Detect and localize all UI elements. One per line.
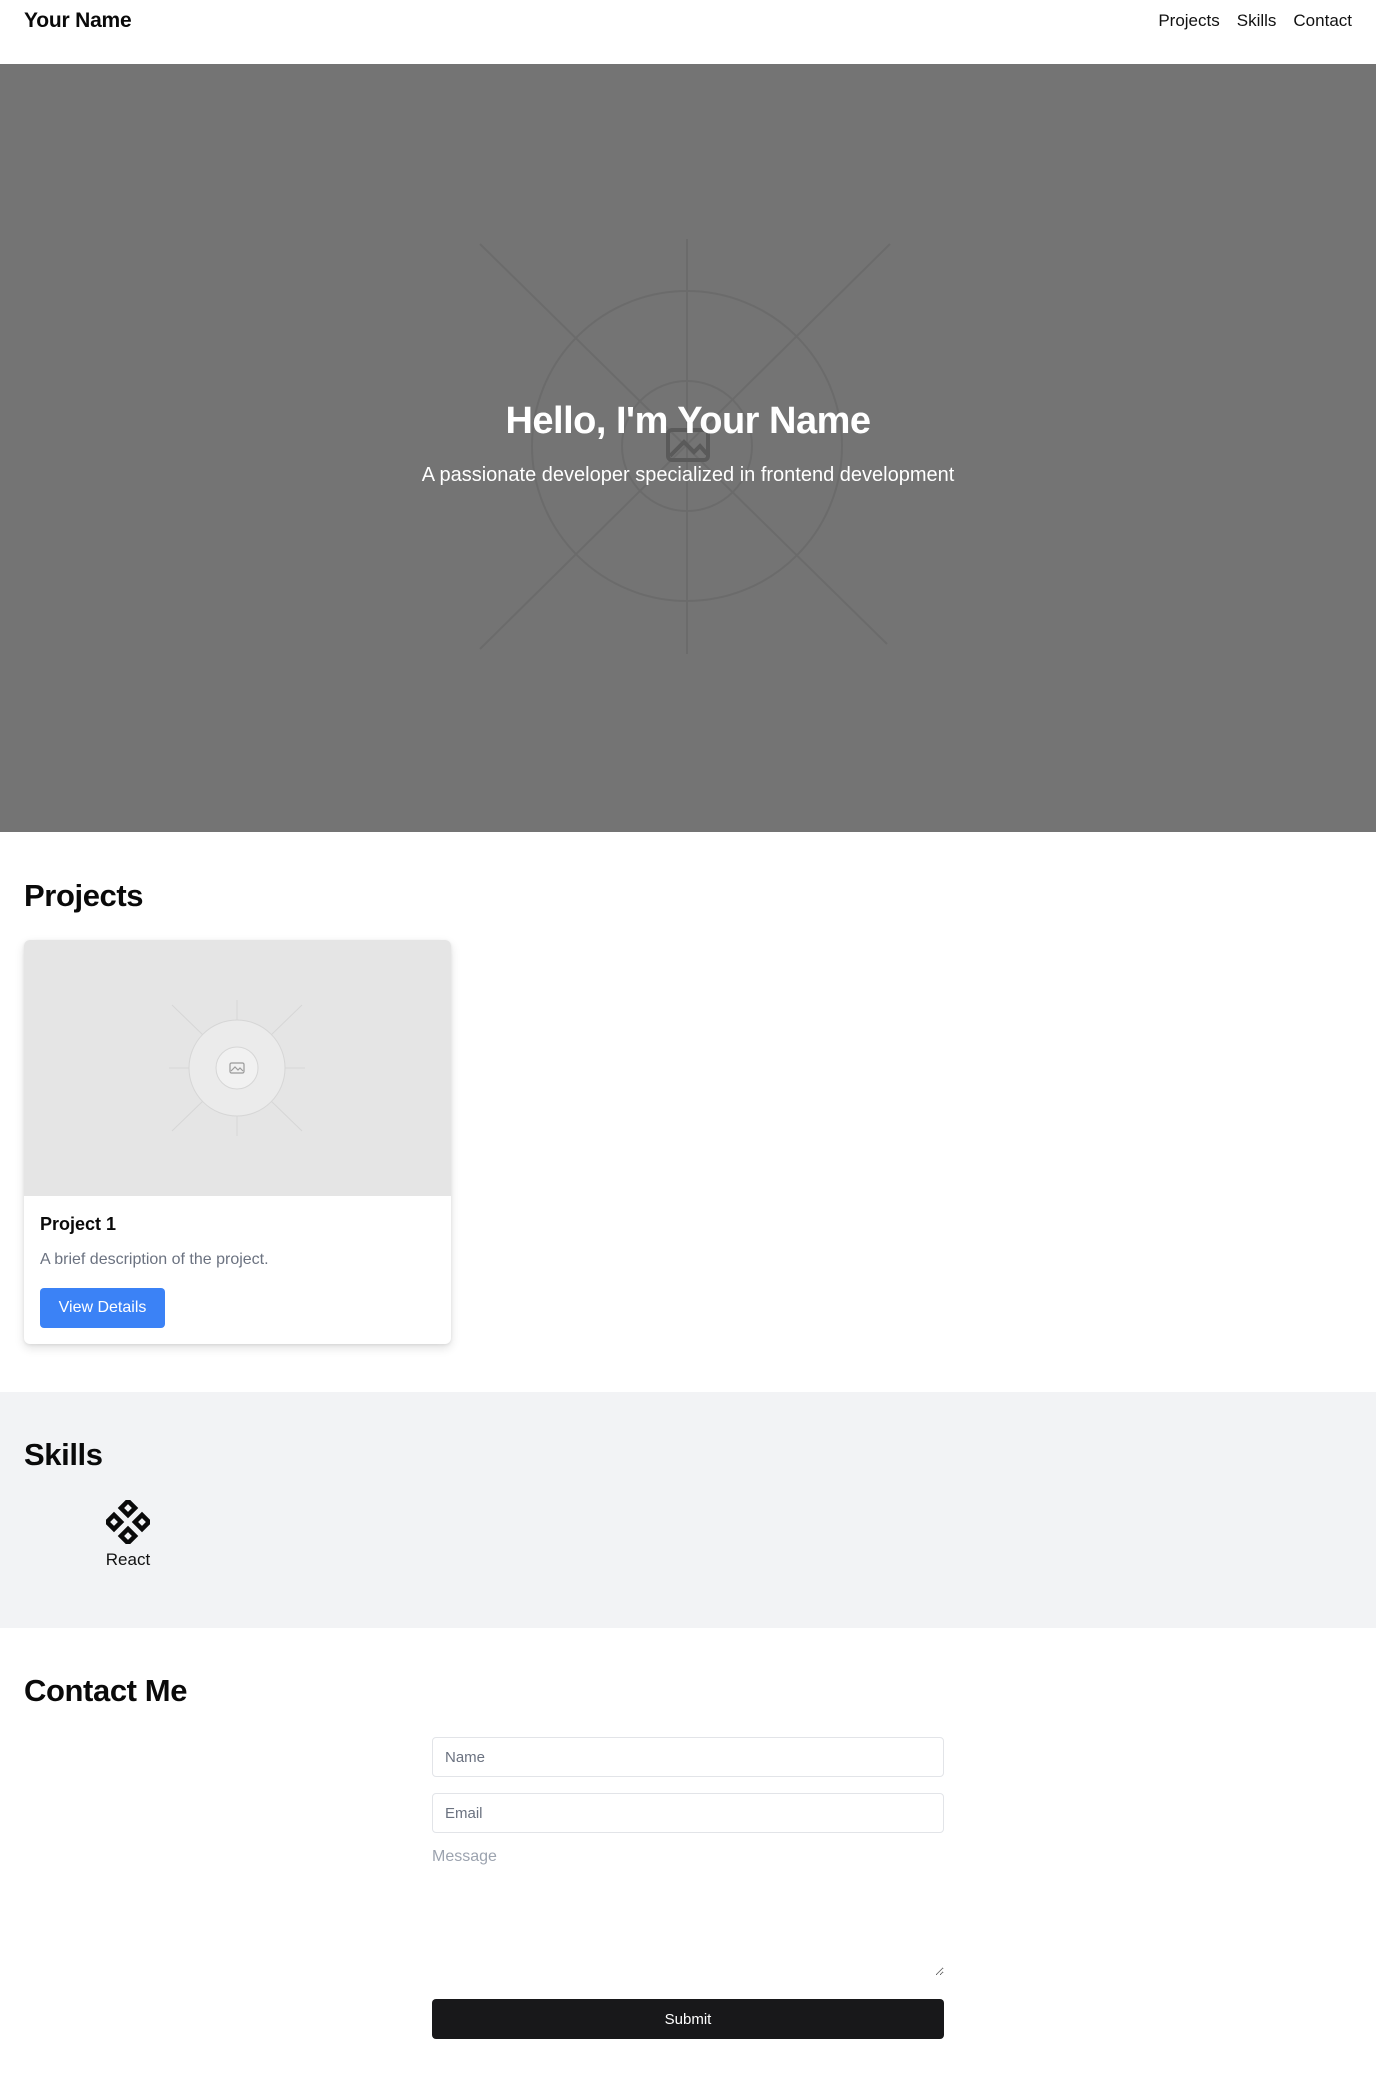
hero-section: Hello, I'm Your Name A passionate develo… [0, 64, 1376, 832]
hero-title: Hello, I'm Your Name [505, 400, 871, 442]
navbar: Your Name Projects Skills Contact [0, 0, 1376, 64]
email-input[interactable] [432, 1793, 944, 1833]
skills-section [0, 1392, 1376, 1628]
project-image [24, 940, 451, 1196]
message-textarea[interactable] [432, 1848, 944, 1976]
contact-heading: Contact Me [24, 1673, 188, 1708]
nav-link-contact[interactable]: Contact [1293, 11, 1352, 31]
skill-label: React [105, 1550, 151, 1569]
submit-button[interactable]: Submit [432, 1999, 944, 2039]
nav-links: Projects Skills Contact [1158, 11, 1352, 31]
project-title: Project 1 [40, 1214, 117, 1234]
skill-item-react: React [96, 1500, 160, 1570]
name-input[interactable] [432, 1737, 944, 1777]
project-card: Project 1 A brief description of the pro… [24, 940, 451, 1344]
nav-link-projects[interactable]: Projects [1158, 11, 1219, 31]
hero-placeholder-image [479, 239, 891, 654]
hero-subtitle: A passionate developer specialized in fr… [421, 464, 955, 486]
projects-heading: Projects [24, 878, 144, 913]
brand-name[interactable]: Your Name [24, 9, 132, 33]
nav-link-skills[interactable]: Skills [1237, 11, 1277, 31]
project-placeholder-image [169, 1000, 305, 1136]
react-icon [106, 1500, 150, 1544]
project-description: A brief description of the project. [40, 1251, 269, 1268]
skills-heading: Skills [24, 1437, 103, 1472]
view-details-button[interactable]: View Details [40, 1288, 165, 1328]
